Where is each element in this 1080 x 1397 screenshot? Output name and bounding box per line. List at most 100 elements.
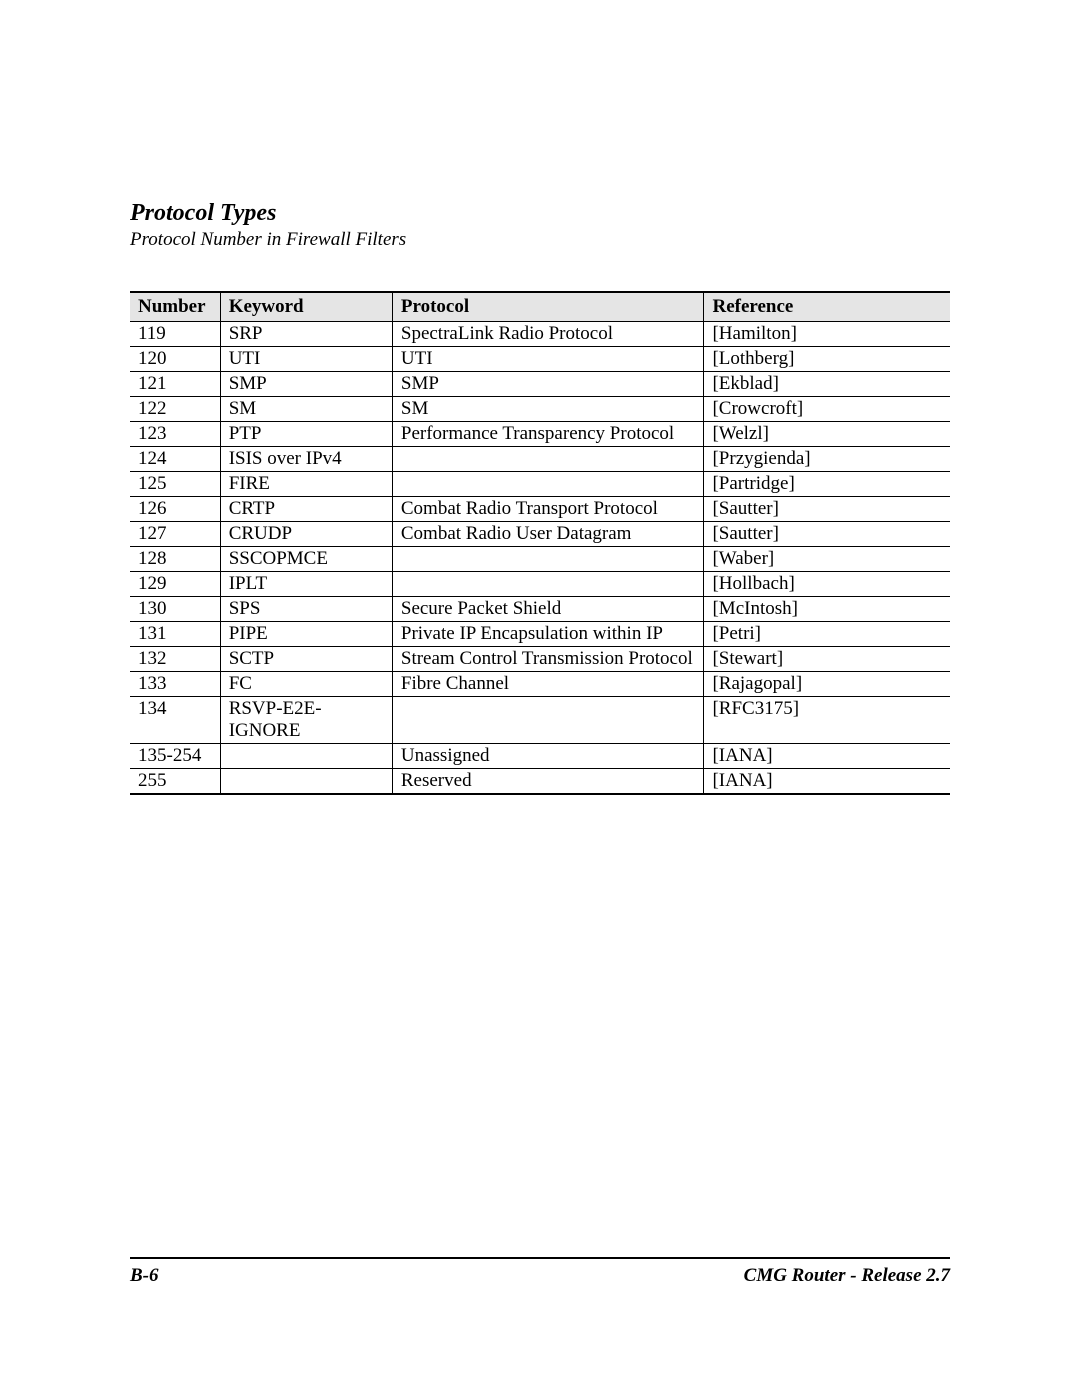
cell-number: 130 xyxy=(130,597,220,622)
cell-protocol xyxy=(392,547,704,572)
col-header-number: Number xyxy=(130,292,220,322)
cell-keyword: SM xyxy=(220,397,392,422)
cell-protocol: Stream Control Transmission Protocol xyxy=(392,647,704,672)
table-row: 125FIRE [Partridge] xyxy=(130,472,950,497)
cell-keyword: UTI xyxy=(220,347,392,372)
cell-number: 119 xyxy=(130,322,220,347)
section-title: Protocol Types xyxy=(130,200,950,227)
table-row: 134RSVP-E2E-IGNORE [RFC3175] xyxy=(130,697,950,744)
page-number: B-6 xyxy=(130,1265,159,1287)
cell-reference: [Crowcroft] xyxy=(704,397,950,422)
cell-protocol xyxy=(392,572,704,597)
protocol-table: Number Keyword Protocol Reference 119SRP… xyxy=(130,291,950,795)
cell-reference: [Sautter] xyxy=(704,497,950,522)
col-header-reference: Reference xyxy=(704,292,950,322)
cell-protocol: Combat Radio User Datagram xyxy=(392,522,704,547)
cell-reference: [Welzl] xyxy=(704,422,950,447)
cell-keyword: SMP xyxy=(220,372,392,397)
cell-protocol: Fibre Channel xyxy=(392,672,704,697)
cell-number: 255 xyxy=(130,769,220,795)
cell-reference: [Petri] xyxy=(704,622,950,647)
cell-reference: [Partridge] xyxy=(704,472,950,497)
cell-reference: [IANA] xyxy=(704,769,950,795)
cell-number: 128 xyxy=(130,547,220,572)
page-footer: B-6 CMG Router - Release 2.7 xyxy=(130,1257,950,1287)
table-row: 130SPSSecure Packet Shield[McIntosh] xyxy=(130,597,950,622)
cell-reference: [IANA] xyxy=(704,744,950,769)
cell-protocol: Secure Packet Shield xyxy=(392,597,704,622)
footer-rule xyxy=(130,1257,950,1259)
table-row: 127CRUDPCombat Radio User Datagram[Sautt… xyxy=(130,522,950,547)
cell-keyword: PIPE xyxy=(220,622,392,647)
cell-reference: [Ekblad] xyxy=(704,372,950,397)
doc-title: CMG Router - Release 2.7 xyxy=(744,1265,950,1287)
table-row: 135-254 Unassigned[IANA] xyxy=(130,744,950,769)
cell-keyword: CRUDP xyxy=(220,522,392,547)
cell-protocol: SpectraLink Radio Protocol xyxy=(392,322,704,347)
table-row: 128SSCOPMCE [Waber] xyxy=(130,547,950,572)
table-row: 119SRPSpectraLink Radio Protocol[Hamilto… xyxy=(130,322,950,347)
cell-number: 124 xyxy=(130,447,220,472)
cell-number: 125 xyxy=(130,472,220,497)
section-subtitle: Protocol Number in Firewall Filters xyxy=(130,229,950,251)
cell-protocol: Reserved xyxy=(392,769,704,795)
cell-protocol: Combat Radio Transport Protocol xyxy=(392,497,704,522)
table-row: 132SCTPStream Control Transmission Proto… xyxy=(130,647,950,672)
col-header-keyword: Keyword xyxy=(220,292,392,322)
cell-keyword: FC xyxy=(220,672,392,697)
cell-keyword: CRTP xyxy=(220,497,392,522)
cell-number: 132 xyxy=(130,647,220,672)
cell-protocol xyxy=(392,472,704,497)
cell-keyword xyxy=(220,769,392,795)
table-header-row: Number Keyword Protocol Reference xyxy=(130,292,950,322)
table-row: 124ISIS over IPv4 [Przygienda] xyxy=(130,447,950,472)
table-row: 131PIPEPrivate IP Encapsulation within I… xyxy=(130,622,950,647)
cell-number: 134 xyxy=(130,697,220,744)
cell-protocol: SMP xyxy=(392,372,704,397)
cell-reference: [Sautter] xyxy=(704,522,950,547)
cell-protocol: Unassigned xyxy=(392,744,704,769)
cell-number: 126 xyxy=(130,497,220,522)
cell-keyword: PTP xyxy=(220,422,392,447)
cell-number: 131 xyxy=(130,622,220,647)
cell-reference: [Stewart] xyxy=(704,647,950,672)
cell-reference: [Waber] xyxy=(704,547,950,572)
cell-number: 133 xyxy=(130,672,220,697)
table-row: 126CRTPCombat Radio Transport Protocol[S… xyxy=(130,497,950,522)
cell-keyword: IPLT xyxy=(220,572,392,597)
cell-number: 127 xyxy=(130,522,220,547)
cell-reference: [Lothberg] xyxy=(704,347,950,372)
cell-number: 129 xyxy=(130,572,220,597)
cell-reference: [Hamilton] xyxy=(704,322,950,347)
cell-keyword: SCTP xyxy=(220,647,392,672)
table-row: 122SMSM[Crowcroft] xyxy=(130,397,950,422)
cell-protocol: UTI xyxy=(392,347,704,372)
cell-keyword xyxy=(220,744,392,769)
cell-protocol: SM xyxy=(392,397,704,422)
cell-number: 120 xyxy=(130,347,220,372)
table-row: 120UTIUTI[Lothberg] xyxy=(130,347,950,372)
table-row: 133FCFibre Channel[Rajagopal] xyxy=(130,672,950,697)
cell-protocol: Performance Transparency Protocol xyxy=(392,422,704,447)
table-row: 121SMPSMP[Ekblad] xyxy=(130,372,950,397)
cell-protocol xyxy=(392,697,704,744)
table-row: 255 Reserved[IANA] xyxy=(130,769,950,795)
cell-keyword: SSCOPMCE xyxy=(220,547,392,572)
cell-number: 135-254 xyxy=(130,744,220,769)
cell-keyword: ISIS over IPv4 xyxy=(220,447,392,472)
cell-reference: [RFC3175] xyxy=(704,697,950,744)
cell-keyword: SRP xyxy=(220,322,392,347)
cell-reference: [Hollbach] xyxy=(704,572,950,597)
table-row: 129IPLT [Hollbach] xyxy=(130,572,950,597)
cell-number: 122 xyxy=(130,397,220,422)
cell-keyword: RSVP-E2E-IGNORE xyxy=(220,697,392,744)
col-header-protocol: Protocol xyxy=(392,292,704,322)
cell-reference: [Rajagopal] xyxy=(704,672,950,697)
cell-reference: [McIntosh] xyxy=(704,597,950,622)
cell-number: 121 xyxy=(130,372,220,397)
cell-reference: [Przygienda] xyxy=(704,447,950,472)
cell-keyword: SPS xyxy=(220,597,392,622)
table-row: 123PTPPerformance Transparency Protocol[… xyxy=(130,422,950,447)
cell-protocol xyxy=(392,447,704,472)
cell-keyword: FIRE xyxy=(220,472,392,497)
